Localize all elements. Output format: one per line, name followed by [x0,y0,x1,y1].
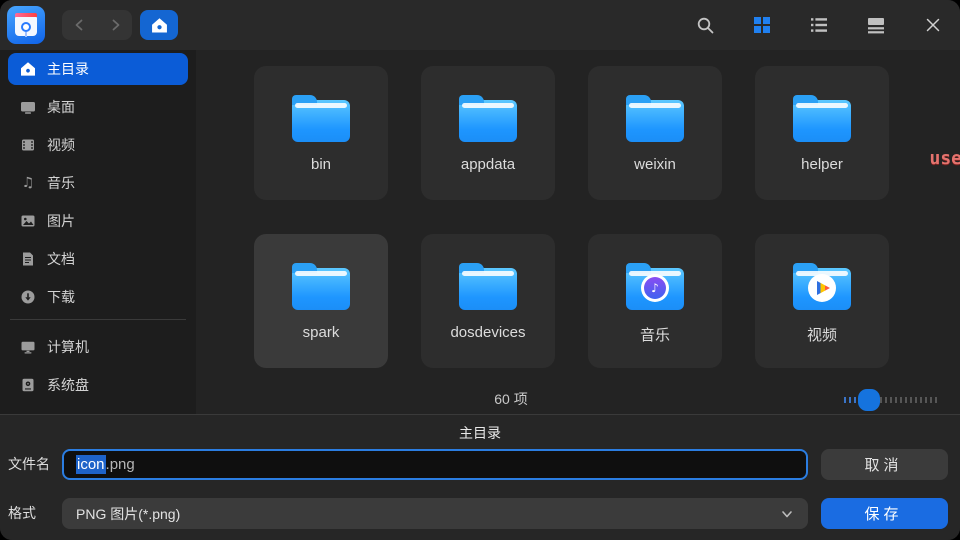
back-button[interactable] [65,10,95,40]
document-icon [20,251,36,267]
sidebar-item-documents[interactable]: 文档 [8,243,188,275]
sidebar-item-videos[interactable]: 视频 [8,129,188,161]
filename-extension-text: .png [106,456,135,473]
forward-button[interactable] [100,10,130,40]
folder-tile-weixin[interactable]: weixin [588,66,722,200]
filename-selected-text: icon [76,455,106,474]
sidebar-item-computer[interactable]: 计算机 [8,331,188,363]
music-icon: ♫ [20,175,36,191]
sidebar-item-volume[interactable]: 157.0 GB 卷 [8,407,188,414]
titlebar-actions [694,14,944,36]
video-badge-icon [808,274,836,302]
close-button[interactable] [922,14,944,36]
sidebar-item-label: 视频 [47,135,75,155]
sidebar-item-label: 音乐 [47,173,75,193]
folder-name: appdata [461,156,515,173]
format-dropdown[interactable]: PNG 图片(*.png) [62,498,808,529]
cancel-button[interactable]: 取消 [821,449,948,480]
computer-icon [20,339,36,355]
sidebar-item-pictures[interactable]: 图片 [8,205,188,237]
folder-tile-music[interactable]: ♪ 音乐 [588,234,722,368]
home-icon [151,17,168,34]
history-nav-group [62,10,132,40]
grid-view-icon [752,15,772,35]
sidebar-item-label: 系统盘 [47,375,89,395]
file-manager-app-icon [7,6,45,44]
folder-icon [459,268,517,310]
folder-name: 音乐 [640,324,670,345]
grid-view-button[interactable] [751,14,773,36]
home-button[interactable] [140,10,178,40]
home-icon [20,61,36,77]
folder-name: dosdevices [450,324,525,341]
chevron-left-icon [72,17,88,33]
folder-name: bin [311,156,331,173]
folder-name: weixin [634,156,676,173]
folder-name: helper [801,156,843,173]
save-button[interactable]: 保存 [821,498,948,529]
overlay-watermark-text: use [929,148,960,169]
desktop-icon [20,99,36,115]
folder-tile-dosdevices[interactable]: dosdevices [421,234,555,368]
sidebar-item-music[interactable]: ♫ 音乐 [8,167,188,199]
sidebar-item-label: 下载 [47,287,75,307]
slider-track-filled [844,397,859,403]
folder-tile-videos[interactable]: 视频 [755,234,889,368]
download-icon [20,289,36,305]
chevron-right-icon [107,17,123,33]
folder-icon [793,100,851,142]
format-value: PNG 图片(*.png) [76,504,180,524]
folder-tile-appdata[interactable]: appdata [421,66,555,200]
folder-grid: bin appdata weixin helper spark dosdevic… [196,50,960,414]
save-panel: 主目录 文件名 icon.png 取消 格式 PNG 图片(*.png) 保存 [0,414,960,540]
sidebar-item-label: 图片 [47,211,75,231]
list-view-icon [809,15,829,35]
folder-name: 视频 [807,324,837,345]
folder-tile-helper[interactable]: helper [755,66,889,200]
sidebar-item-label: 桌面 [47,97,75,117]
folder-tile-bin[interactable]: bin [254,66,388,200]
slider-track [880,397,938,403]
folder-icon [459,100,517,142]
item-count: 60 项 [451,389,571,409]
sidebar-item-downloads[interactable]: 下载 [8,281,188,313]
sidebar-item-desktop[interactable]: 桌面 [8,91,188,123]
status-bar: 60 项 [196,384,960,414]
detail-view-icon [866,15,886,35]
list-view-button[interactable] [808,14,830,36]
save-file-dialog-window: 主目录 桌面 视频 ♫ 音乐 图片 文档 下载 计算机 [0,0,960,540]
folder-icon [292,100,350,142]
format-label: 格式 [8,498,36,529]
sidebar-item-label: 主目录 [47,59,89,79]
sidebar-separator [10,319,186,320]
icon-size-slider[interactable] [844,393,938,407]
filename-input[interactable]: icon.png [62,449,808,480]
image-icon [20,213,36,229]
folder-icon [626,100,684,142]
titlebar [0,0,960,50]
search-button[interactable] [694,14,716,36]
music-badge-icon: ♪ [641,274,669,302]
sidebar: 主目录 桌面 视频 ♫ 音乐 图片 文档 下载 计算机 [0,50,196,414]
disk-icon [20,377,36,393]
folder-icon [292,268,350,310]
filename-label: 文件名 [8,449,50,480]
sidebar-item-home[interactable]: 主目录 [8,53,188,85]
search-icon [695,15,716,36]
close-icon [923,15,943,35]
slider-thumb[interactable] [858,389,880,411]
sidebar-item-label: 文档 [47,249,75,269]
sidebar-item-label: 计算机 [47,337,89,357]
film-icon [20,137,36,153]
chevron-down-icon [780,507,794,521]
current-location: 主目录 [0,423,960,443]
detail-view-button[interactable] [865,14,887,36]
folder-name: spark [303,324,340,341]
sidebar-item-system-disk[interactable]: 系统盘 [8,369,188,401]
folder-tile-spark[interactable]: spark [254,234,388,368]
